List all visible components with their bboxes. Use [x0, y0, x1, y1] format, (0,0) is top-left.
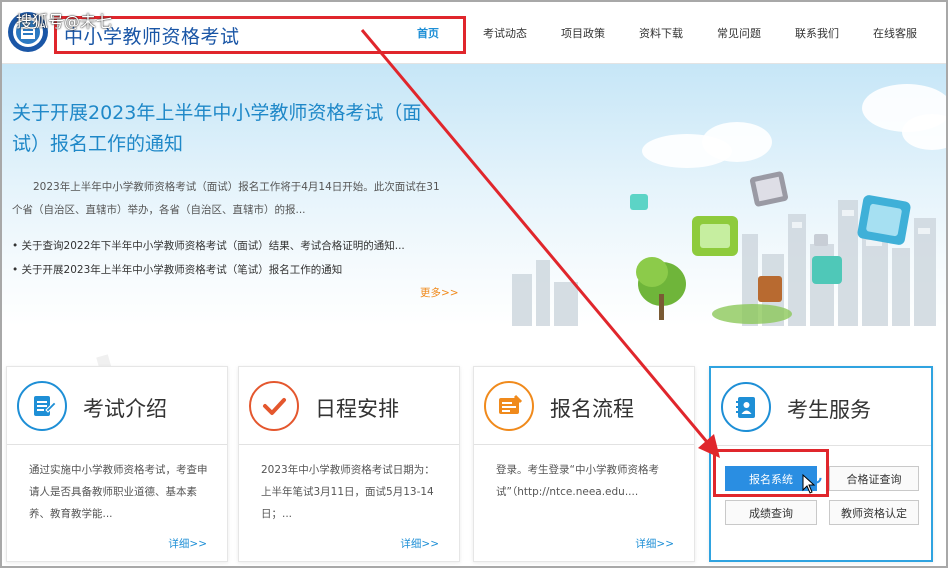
watermark-text: 搜狐号@未七: [16, 12, 113, 31]
card-detail-link[interactable]: 详细>>: [168, 536, 207, 551]
card-title: 报名流程: [550, 397, 634, 421]
notice-list: 关于查询2022年下半年中小学教师资格考试（面试）结果、考试合格证明的通知...…: [12, 234, 442, 282]
document-icon: [17, 381, 67, 431]
card-title: 考试介绍: [83, 397, 167, 421]
certificate-query-button[interactable]: 合格证查询: [829, 466, 919, 491]
card-schedule: 日程安排 2023年中小学教师资格考试日期为：上半年笔试3月11日，面试5月13…: [238, 366, 460, 562]
annotation-highlight-header: [54, 16, 466, 54]
card-text: 登录。考生登录“中小学教师资格考试”（http://ntce.neea.edu.…: [496, 464, 659, 498]
teacher-certification-button[interactable]: 教师资格认定: [829, 500, 919, 525]
score-query-button[interactable]: 成绩查询: [725, 500, 817, 525]
form-icon: [484, 381, 534, 431]
page-frame: 中小学教师资格考试 首页 考试动态 项目政策 资料下载 常见问题 联系我们 在线…: [0, 0, 948, 568]
contacts-book-icon: [721, 382, 771, 432]
card-header: 考试介绍: [7, 367, 227, 445]
city-skyline-illustration: [512, 171, 936, 326]
banner-description: 2023年上半年中小学教师资格考试（面试）报名工作将于4月14日开始。此次面试在…: [12, 181, 440, 216]
banner-headline[interactable]: 关于开展2023年上半年中小学教师资格考试（面试）报名工作的通知: [12, 98, 437, 160]
card-detail-link[interactable]: 详细>>: [400, 536, 439, 551]
loading-indicator-icon: [810, 472, 822, 484]
card-title: 日程安排: [315, 397, 399, 421]
card-detail-link[interactable]: 详细>>: [635, 536, 674, 551]
nav-exam-news[interactable]: 考试动态: [466, 2, 544, 64]
card-text: 通过实施中小学教师资格考试，考查申请人是否具备教师职业道德、基本素养、教育教学能…: [29, 464, 208, 520]
card-header: 考生服务: [711, 368, 931, 446]
card-header: 日程安排: [239, 367, 459, 445]
service-cards: 考试介绍 通过实施中小学教师资格考试，考查申请人是否具备教师职业道德、基本素养、…: [2, 326, 946, 566]
main-nav: 首页 考试动态 项目政策 资料下载 常见问题 联系我们 在线客服: [390, 2, 934, 64]
nav-policy[interactable]: 项目政策: [544, 2, 622, 64]
card-text: 2023年中小学教师资格考试日期为：上半年笔试3月11日，面试5月13-14日；…: [261, 464, 435, 520]
card-header: 报名流程: [474, 367, 694, 445]
card-exam-intro: 考试介绍 通过实施中小学教师资格考试，考查申请人是否具备教师职业道德、基本素养、…: [6, 366, 228, 562]
nav-contact[interactable]: 联系我们: [778, 2, 856, 64]
nav-downloads[interactable]: 资料下载: [622, 2, 700, 64]
more-link[interactable]: 更多>>: [420, 285, 459, 300]
notice-link[interactable]: 关于查询2022年下半年中小学教师资格考试（面试）结果、考试合格证明的通知...: [12, 234, 442, 258]
card-title: 考生服务: [787, 398, 871, 422]
notice-link[interactable]: 关于开展2023年上半年中小学教师资格考试（笔试）报名工作的通知: [12, 258, 442, 282]
hero-banner: 关于开展2023年上半年中小学教师资格考试（面试）报名工作的通知 2023年上半…: [2, 64, 946, 326]
card-registration-process: 报名流程 登录。考生登录“中小学教师资格考试”（http://ntce.neea…: [473, 366, 695, 562]
nav-online-service[interactable]: 在线客服: [856, 2, 934, 64]
checkmark-icon: [249, 381, 299, 431]
nav-faq[interactable]: 常见问题: [700, 2, 778, 64]
